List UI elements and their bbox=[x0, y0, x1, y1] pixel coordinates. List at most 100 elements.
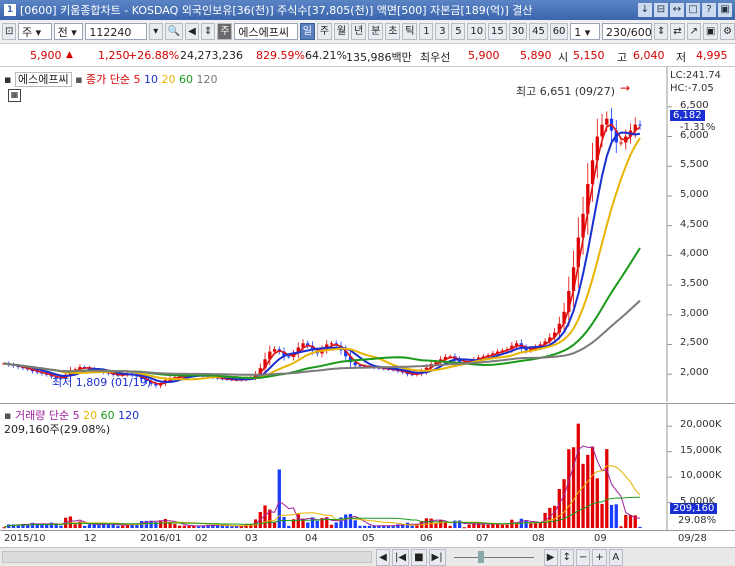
window-buttons: ↓ ⊟ ↔ □ ? ▣ bbox=[638, 3, 732, 17]
high-arrow-icon: → bbox=[620, 81, 631, 95]
volume-bar bbox=[315, 520, 319, 528]
candle-body bbox=[638, 124, 642, 126]
code-dropdown-icon[interactable]: ▾ bbox=[148, 23, 163, 40]
low-label: 저 bbox=[676, 51, 687, 64]
interval-10[interactable]: 10 bbox=[467, 23, 486, 40]
volume-bar bbox=[576, 423, 580, 528]
volume-bar bbox=[282, 516, 286, 528]
volume-bar bbox=[344, 514, 348, 528]
trend-icon[interactable]: ↗ bbox=[686, 23, 701, 40]
volume-bar bbox=[590, 446, 595, 528]
zoom-in-icon[interactable]: + bbox=[592, 548, 607, 566]
ma5-legend: 5 bbox=[133, 73, 141, 86]
scroll-end-icon[interactable]: ▶| bbox=[428, 548, 446, 566]
volume-panel[interactable]: ▪ 거래량 단순 5 20 60 120 209,160주(29.08%) 20… bbox=[0, 403, 735, 531]
volume-bar bbox=[505, 524, 509, 528]
calendar-icon[interactable]: ▦ bbox=[8, 89, 21, 102]
font-size-icon[interactable]: A bbox=[608, 548, 623, 566]
fit-icon[interactable]: ↕ bbox=[559, 548, 574, 566]
scroll-right-icon[interactable]: ▶ bbox=[543, 548, 558, 566]
period-tick[interactable]: 틱 bbox=[402, 23, 418, 40]
volume-bar bbox=[334, 522, 338, 528]
volume-bar bbox=[600, 503, 604, 528]
help-button[interactable]: ? bbox=[702, 3, 716, 17]
hc-label: HC:-7.05 bbox=[670, 83, 714, 94]
pin-button[interactable]: ↓ bbox=[638, 3, 652, 17]
link-button[interactable]: ↔ bbox=[670, 3, 684, 17]
price-y-tick: 6,000 bbox=[680, 129, 709, 141]
period-month[interactable]: 월 bbox=[333, 23, 349, 40]
count-spin-icon[interactable]: ⇕ bbox=[654, 23, 669, 40]
volume-bar bbox=[562, 479, 566, 528]
zoom-slider[interactable] bbox=[453, 551, 534, 563]
stock-code-input[interactable]: 112240 bbox=[85, 23, 147, 40]
volume-bar bbox=[73, 524, 77, 528]
crosshair-icon[interactable]: ⇄ bbox=[670, 23, 685, 40]
period-year[interactable]: 년 bbox=[351, 23, 367, 40]
trade-amount: 135,986백만 bbox=[346, 51, 412, 64]
company-name-field[interactable]: 에스에프씨 bbox=[234, 23, 298, 40]
volume-bar bbox=[467, 524, 471, 528]
period-second[interactable]: 초 bbox=[385, 23, 401, 40]
ma-legend-label: 종가 단순 bbox=[86, 73, 131, 86]
type-select[interactable]: 주 ▾ bbox=[18, 23, 52, 40]
zoom-out-icon[interactable]: − bbox=[575, 548, 591, 566]
date-tick: 05 bbox=[362, 533, 375, 544]
date-tick: 02 bbox=[195, 533, 208, 544]
interval-1[interactable]: 1 bbox=[419, 23, 434, 40]
volume-bar bbox=[571, 447, 576, 528]
scroll-begin-icon[interactable]: |◀ bbox=[392, 548, 410, 566]
price-panel[interactable]: ▪ 에스에프씨 ▪ 종가 단순 5 10 20 60 120 ▦ LC:241.… bbox=[0, 67, 735, 402]
volume-bar bbox=[552, 505, 557, 528]
volume-bar bbox=[628, 515, 633, 528]
speaker-icon[interactable]: ◀ bbox=[185, 23, 200, 40]
volume-bar bbox=[619, 526, 623, 528]
volume-bar bbox=[624, 514, 628, 528]
volume-bar bbox=[182, 525, 187, 528]
date-tick: 2015/10 bbox=[4, 533, 46, 544]
open-price: 5,150 bbox=[573, 49, 605, 62]
chart-type-icon[interactable]: ⊡ bbox=[2, 23, 16, 40]
interval-input[interactable]: 1 ▾ bbox=[570, 23, 600, 40]
volume-bar bbox=[187, 525, 191, 528]
current-price-tag: 6,182 bbox=[670, 110, 705, 121]
search-icon[interactable]: 🔍 bbox=[164, 23, 184, 40]
volume-bar bbox=[329, 524, 334, 528]
maximize-button[interactable]: ▣ bbox=[718, 3, 732, 17]
jeon-select[interactable]: 전 ▾ bbox=[53, 23, 84, 40]
tile-button[interactable]: □ bbox=[686, 3, 700, 17]
interval-3[interactable]: 3 bbox=[435, 23, 450, 40]
count-display[interactable]: 230/600 bbox=[602, 23, 652, 40]
interval-45[interactable]: 45 bbox=[529, 23, 548, 40]
layout-button[interactable]: ⊟ bbox=[654, 3, 668, 17]
ma5-line bbox=[3, 123, 641, 385]
volume-bar bbox=[83, 525, 87, 528]
stop-icon[interactable]: ■ bbox=[411, 548, 427, 566]
volume-bar bbox=[424, 518, 429, 528]
volume-y-tick: 5,000K bbox=[680, 495, 716, 507]
volume-bar bbox=[481, 524, 486, 528]
period-week[interactable]: 주 bbox=[316, 23, 332, 40]
date-tick: 06 bbox=[420, 533, 433, 544]
interval-60[interactable]: 60 bbox=[549, 23, 569, 40]
period-minute[interactable]: 분 bbox=[368, 23, 384, 40]
interval-15[interactable]: 15 bbox=[487, 23, 507, 40]
volume-bar bbox=[586, 454, 590, 528]
interval-30[interactable]: 30 bbox=[508, 23, 528, 40]
date-tick: 12 bbox=[84, 533, 97, 544]
price-chart[interactable] bbox=[0, 67, 735, 402]
interval-5[interactable]: 5 bbox=[451, 23, 466, 40]
ma120-legend: 120 bbox=[196, 73, 218, 86]
chart-scrollbar[interactable]: ◀ |◀ ■ ▶| ▶ ↕ − + A bbox=[0, 547, 735, 566]
period-day[interactable]: 일 bbox=[299, 23, 315, 40]
save-icon[interactable]: ▣ bbox=[702, 23, 719, 40]
scroll-track[interactable] bbox=[2, 551, 372, 563]
scroll-left-icon[interactable]: ◀ bbox=[376, 548, 390, 566]
settings-icon[interactable]: ⚙ bbox=[720, 23, 735, 40]
volume-bar bbox=[410, 525, 414, 528]
volume-bar bbox=[87, 524, 92, 528]
volume-bar bbox=[59, 525, 63, 528]
volume-chart[interactable] bbox=[0, 404, 735, 531]
prev-next-icon[interactable]: ⇕ bbox=[201, 23, 216, 40]
company-tag: 주 bbox=[217, 23, 233, 40]
